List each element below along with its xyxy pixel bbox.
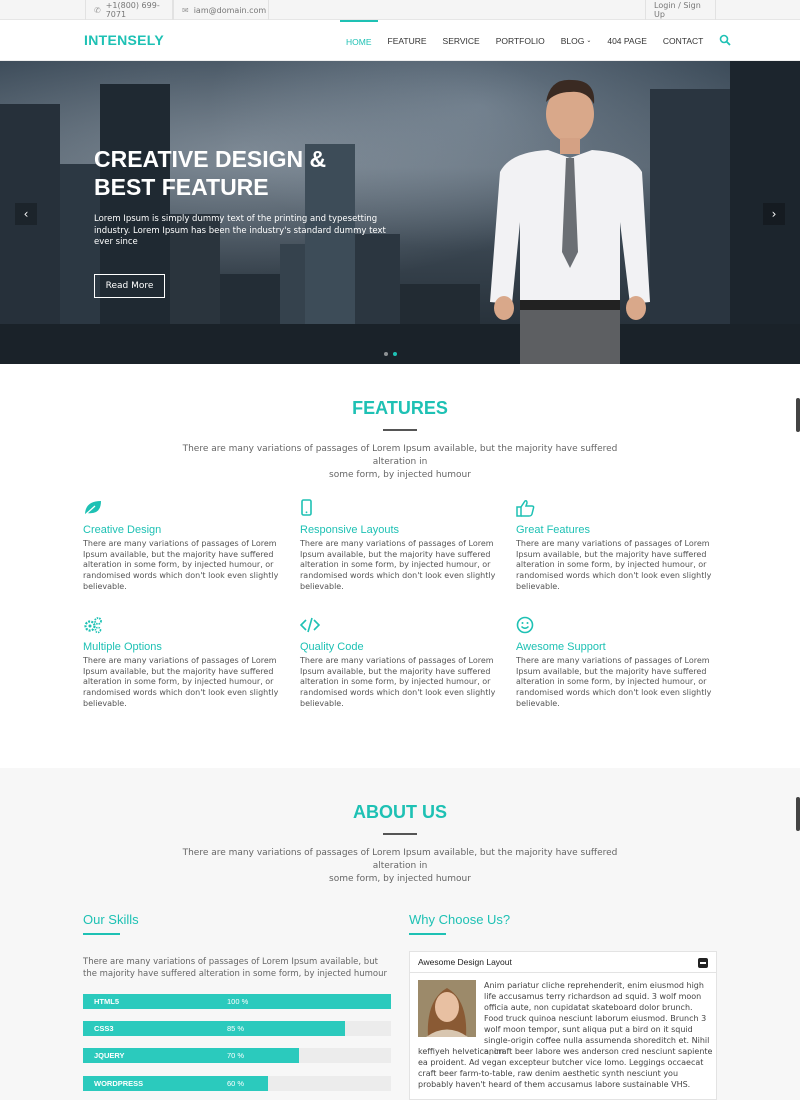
top-bar: ✆ +1(800) 699-7071 ✉ iam@domain.com Logi… <box>0 0 800 20</box>
slider-next-button[interactable]: › <box>763 203 785 225</box>
nav-blog-label: BLOG <box>560 35 585 46</box>
phone-text: +1(800) 699-7071 <box>105 1 160 19</box>
skill-bar-track: CSS3 85 % <box>83 1021 391 1036</box>
nav-feature[interactable]: FEATURE <box>382 20 433 61</box>
nav-home[interactable]: HOME <box>340 20 378 61</box>
chevron-left-icon: ‹ <box>23 207 29 221</box>
feature-awesome-support: Awesome Support There are many variation… <box>516 616 716 710</box>
nav-portfolio[interactable]: PORTFOLIO <box>490 20 551 61</box>
email-contact[interactable]: ✉ iam@domain.com <box>173 0 269 20</box>
feature-multiple-options: Multiple Options There are many variatio… <box>83 616 283 710</box>
slider-indicators <box>384 352 397 356</box>
slider-dot[interactable] <box>384 352 388 356</box>
search-icon[interactable] <box>719 34 731 46</box>
minus-square-icon[interactable] <box>698 958 708 968</box>
feature-title: Great Features <box>516 524 590 536</box>
chevron-right-icon: › <box>771 207 777 221</box>
skill-percent: 70 % <box>227 1051 245 1060</box>
hero-slider: CREATIVE DESIGN & BEST FEATURE Lorem Ips… <box>0 61 800 364</box>
read-more-button[interactable]: Read More <box>94 274 165 298</box>
feature-text: There are many variations of passages of… <box>516 539 712 591</box>
cogs-icon <box>84 617 102 634</box>
accordion-text-full: keffiyeh helvetica, craft beer labore we… <box>418 1047 713 1089</box>
hero-person-image <box>490 79 650 364</box>
skill-name: WORDPRESS <box>94 1079 144 1088</box>
feature-quality-code: Quality Code There are many variations o… <box>299 616 500 710</box>
feature-title: Responsive Layouts <box>300 524 400 536</box>
accordion-header[interactable]: Awesome Design Layout <box>410 952 716 973</box>
features-subtitle: There are many variations of passages of… <box>170 443 630 482</box>
thumbs-up-icon <box>516 500 535 517</box>
feature-text: There are many variations of passages of… <box>300 539 496 591</box>
about-subtitle-line2: some form, by injected humour <box>329 874 471 884</box>
accordion-panel: Awesome Design Layout Anim pariatur clic… <box>409 951 717 1100</box>
email-text[interactable]: iam@domain.com <box>194 6 267 15</box>
feature-text: There are many variations of passages of… <box>83 656 279 708</box>
hero-title-line2: BEST FEATURE <box>94 174 269 200</box>
portrait-image <box>418 980 476 1037</box>
phone-contact: ✆ +1(800) 699-7071 <box>85 0 173 20</box>
skill-bar-fill: JQUERY 70 % <box>83 1048 299 1063</box>
scroll-indicator[interactable] <box>796 398 800 432</box>
skill-name: HTML5 <box>94 997 119 1006</box>
why-choose-underline <box>409 933 446 935</box>
feature-title: Quality Code <box>300 641 364 653</box>
about-title: ABOUT US <box>353 802 447 822</box>
skill-name: JQUERY <box>94 1051 125 1060</box>
about-subtitle-line1: There are many variations of passages of… <box>182 848 618 871</box>
login-signup-link[interactable]: Login / Sign Up <box>645 0 716 20</box>
hero-title-line1: CREATIVE DESIGN & <box>94 146 327 172</box>
hero-description: Lorem Ipsum is simply dummy text of the … <box>94 214 386 247</box>
about-subtitle: There are many variations of passages of… <box>170 847 630 886</box>
feature-text: There are many variations of passages of… <box>83 539 279 591</box>
city-base <box>0 324 800 364</box>
features-title: FEATURES <box>352 398 448 418</box>
phone-icon: ✆ <box>94 5 101 15</box>
features-title-divider <box>383 429 417 431</box>
feature-great-features: Great Features There are many variations… <box>516 499 716 593</box>
skill-bar-track: JQUERY 70 % <box>83 1048 391 1063</box>
nav-blog[interactable]: BLOG ⌄ <box>555 20 598 61</box>
feature-title: Multiple Options <box>83 641 162 653</box>
skill-bar-track: WORDPRESS 60 % <box>83 1076 391 1091</box>
feature-responsive-layouts: Responsive Layouts There are many variat… <box>300 499 500 593</box>
brand-logo[interactable]: INTENSELY <box>84 32 164 48</box>
envelope-icon: ✉ <box>182 5 189 15</box>
why-choose-title: Why Choose Us? <box>409 912 511 927</box>
features-subtitle-line2: some form, by injected humour <box>329 470 471 480</box>
leaf-icon <box>84 501 101 516</box>
hero-title: CREATIVE DESIGN & BEST FEATURE <box>94 145 394 201</box>
slider-dot-active[interactable] <box>393 352 397 356</box>
slider-prev-button[interactable]: ‹ <box>15 203 37 225</box>
nav-contact[interactable]: CONTACT <box>657 20 709 61</box>
feature-title: Creative Design <box>83 524 162 536</box>
skills-description: There are many variations of passages of… <box>83 957 387 979</box>
skills-title: Our Skills <box>83 912 139 927</box>
skill-bar-fill: WORDPRESS 60 % <box>83 1076 268 1091</box>
nav-service[interactable]: SERVICE <box>437 20 486 61</box>
nav-links: HOME FEATURE SERVICE PORTFOLIO BLOG ⌄ 404… <box>340 20 713 61</box>
skill-bar-track: HTML5 100 % <box>83 994 391 1009</box>
feature-creative-design: Creative Design There are many variation… <box>83 499 283 593</box>
accordion-title: Awesome Design Layout <box>418 957 512 967</box>
feature-text: There are many variations of passages of… <box>516 656 712 708</box>
feature-title: Awesome Support <box>516 641 606 653</box>
skill-bar-fill: CSS3 85 % <box>83 1021 345 1036</box>
about-title-divider <box>383 833 417 835</box>
skill-percent: 60 % <box>227 1079 245 1088</box>
feature-text: There are many variations of passages of… <box>300 656 496 708</box>
nav-404-page[interactable]: 404 PAGE <box>601 20 653 61</box>
skill-percent: 100 % <box>227 997 249 1006</box>
code-icon <box>299 617 321 633</box>
skill-percent: 85 % <box>227 1024 245 1033</box>
skills-title-underline <box>83 933 120 935</box>
main-navbar: INTENSELY HOME FEATURE SERVICE PORTFOLIO… <box>0 20 800 61</box>
features-subtitle-line1: There are many variations of passages of… <box>182 444 618 467</box>
mobile-icon <box>301 499 312 516</box>
smile-icon <box>516 616 534 634</box>
chevron-down-icon: ⌄ <box>586 38 592 44</box>
skill-name: CSS3 <box>94 1024 114 1033</box>
skill-bar-fill: HTML5 100 % <box>83 994 391 1009</box>
